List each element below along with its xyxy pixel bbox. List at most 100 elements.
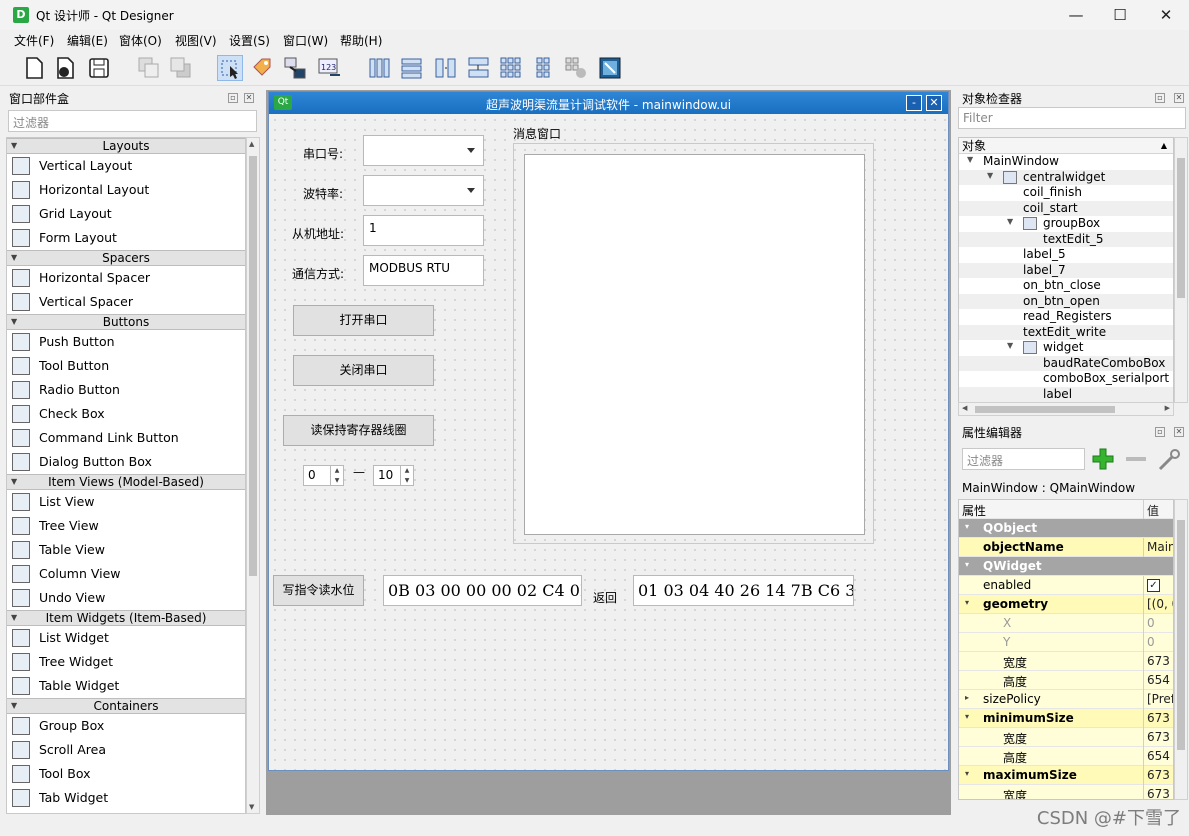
property-row[interactable]: ▸ sizePolicy [Pref	[959, 690, 1173, 709]
expand-arrow-icon[interactable]: ▼	[967, 155, 973, 164]
spin-down-icon[interactable]: ▼	[330, 476, 343, 486]
serial-port-combo[interactable]	[363, 135, 484, 166]
object-tree-row[interactable]: on_btn_open	[959, 293, 1173, 309]
spin-up-icon[interactable]: ▲	[330, 466, 343, 476]
menu-help[interactable]: 帮助(H)	[340, 32, 382, 49]
widget-item[interactable]: Push Button	[7, 330, 245, 354]
form-close-button[interactable]: ✕	[926, 95, 942, 111]
widget-item[interactable]: Horizontal Spacer	[7, 266, 245, 290]
float-icon[interactable]: ▫	[228, 93, 238, 103]
widget-item[interactable]: List View	[7, 490, 245, 514]
float-icon[interactable]: ▫	[1155, 427, 1165, 437]
close-icon[interactable]: ✕	[1174, 93, 1184, 103]
property-row[interactable]: ▾maximumSize673 :	[959, 766, 1173, 785]
layout-form-icon[interactable]	[531, 55, 557, 81]
adjust-size-icon[interactable]	[597, 55, 623, 81]
object-tree-row[interactable]: ▼ groupBox	[959, 216, 1173, 232]
object-tree-hscrollbar[interactable]: ◀ ▶	[958, 402, 1174, 416]
spin-up-icon[interactable]: ▲	[400, 466, 413, 476]
widget-category-header[interactable]: ▼ Containers	[7, 698, 245, 714]
property-row[interactable]: ▾geometry[(0, 0	[959, 595, 1173, 614]
close-button[interactable]: ✕	[1143, 0, 1189, 30]
minimize-button[interactable]: —	[1053, 0, 1099, 30]
widget-item[interactable]: Form Layout	[7, 226, 245, 250]
close-icon[interactable]: ✕	[1174, 427, 1184, 437]
property-row[interactable]: ▾ QWidget	[959, 557, 1173, 576]
widget-item[interactable]: Column View	[7, 562, 245, 586]
widget-item[interactable]: Horizontal Layout	[7, 178, 245, 202]
object-tree-row[interactable]: ▼ widget	[959, 340, 1173, 356]
object-tree-row[interactable]: ▼ MainWindow	[959, 154, 1173, 170]
property-row[interactable]: 宽度 673	[959, 652, 1173, 671]
layout-grid-icon[interactable]	[498, 55, 524, 81]
float-icon[interactable]: ▫	[1155, 93, 1165, 103]
menu-file[interactable]: 文件(F)	[14, 32, 54, 49]
widget-item[interactable]: Grid Layout	[7, 202, 245, 226]
slave-address-input[interactable]: 1	[363, 215, 484, 246]
receive-hex-text-edit[interactable]: 01 03 04 40 26 14 7B C6 3F	[633, 575, 854, 606]
add-dynamic-property-icon[interactable]	[1091, 447, 1115, 471]
property-row[interactable]: 宽度 673	[959, 785, 1173, 799]
expand-arrow-icon[interactable]: ▼	[987, 171, 993, 180]
widget-category-header[interactable]: ▼ Item Views (Model-Based)	[7, 474, 245, 490]
object-tree-row[interactable]: coil_start	[959, 200, 1173, 216]
widget-category-header[interactable]: ▼ Item Widgets (Item-Based)	[7, 610, 245, 626]
widget-item[interactable]: Tab Widget	[7, 786, 245, 810]
expand-arrow-icon[interactable]: ▼	[1007, 217, 1013, 226]
close-icon[interactable]: ✕	[244, 93, 254, 103]
widget-item[interactable]: Check Box	[7, 402, 245, 426]
expand-arrow-icon[interactable]: ▾	[965, 560, 969, 569]
bring-to-front-icon[interactable]	[136, 55, 162, 81]
menu-window[interactable]: 窗口(W)	[283, 32, 328, 49]
comm-mode-input[interactable]: MODBUS RTU	[363, 255, 484, 286]
widget-item[interactable]: Table Widget	[7, 674, 245, 698]
widget-item[interactable]: Dialog Button Box	[7, 450, 245, 474]
message-text-edit[interactable]	[524, 154, 865, 535]
expand-arrow-icon[interactable]: ▾	[965, 712, 969, 721]
object-tree-row[interactable]: textEdit_5	[959, 231, 1173, 247]
edit-widgets-icon[interactable]	[217, 55, 243, 81]
object-tree-row[interactable]: textEdit_write	[959, 324, 1173, 340]
widget-category-header[interactable]: ▼ Layouts	[7, 138, 245, 154]
layout-h-splitter-icon[interactable]	[433, 55, 459, 81]
object-tree-row[interactable]: baudRateComboBox	[959, 355, 1173, 371]
object-column-header[interactable]: 对象 ▲	[959, 138, 1173, 154]
property-row[interactable]: X0	[959, 614, 1173, 633]
property-row[interactable]: Y0	[959, 633, 1173, 652]
widget-category-header[interactable]: ▼ Buttons	[7, 314, 245, 330]
property-row[interactable]: ▾ QObject	[959, 519, 1173, 538]
menu-settings[interactable]: 设置(S)	[229, 32, 270, 49]
edit-signals-icon[interactable]	[250, 55, 276, 81]
object-tree-row[interactable]: on_btn_close	[959, 278, 1173, 294]
spin-down-icon[interactable]: ▼	[400, 476, 413, 486]
menu-view[interactable]: 视图(V)	[175, 32, 217, 49]
property-row[interactable]: ▾minimumSize673 :	[959, 709, 1173, 728]
expand-arrow-icon[interactable]: ▸	[965, 693, 969, 702]
object-tree-row[interactable]: read_Registers	[959, 309, 1173, 325]
widget-item[interactable]: Tree View	[7, 514, 245, 538]
object-tree-row[interactable]: coil_finish	[959, 185, 1173, 201]
write-read-level-button[interactable]: 写指令读水位	[273, 575, 364, 606]
layout-v-splitter-icon[interactable]	[466, 55, 492, 81]
object-tree-vscrollbar[interactable]	[1174, 137, 1188, 403]
expand-arrow-icon[interactable]: ▾	[965, 598, 969, 607]
new-file-icon[interactable]	[21, 55, 47, 81]
send-to-back-icon[interactable]	[168, 55, 194, 81]
close-port-button[interactable]: 关闭串口	[293, 355, 434, 386]
expand-arrow-icon[interactable]: ▾	[965, 522, 969, 531]
widget-box-scrollbar[interactable]: ▲ ▼	[246, 137, 260, 814]
property-row[interactable]: 高度 654	[959, 671, 1173, 690]
remove-property-icon[interactable]	[1124, 447, 1148, 471]
end-spinbox[interactable]: 10 ▲ ▼	[373, 465, 414, 486]
expand-arrow-icon[interactable]: ▾	[965, 769, 969, 778]
object-tree-row[interactable]: label	[959, 386, 1173, 402]
menu-form[interactable]: 窗体(O)	[119, 32, 162, 49]
baud-rate-combo[interactable]	[363, 175, 484, 206]
widget-filter-input[interactable]: 过滤器	[8, 110, 257, 132]
save-icon[interactable]	[86, 55, 112, 81]
property-row[interactable]: 高度 654	[959, 747, 1173, 766]
widget-item[interactable]: Vertical Layout	[7, 154, 245, 178]
object-tree-row[interactable]: label_5	[959, 247, 1173, 263]
property-vscrollbar[interactable]	[1174, 499, 1188, 800]
enabled-checkbox[interactable]: ✓	[1147, 579, 1160, 592]
